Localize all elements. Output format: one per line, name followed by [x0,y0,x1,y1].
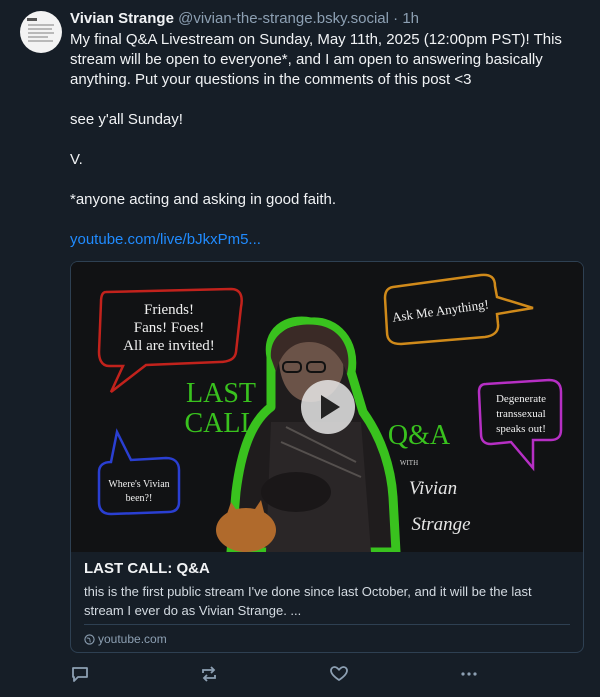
heart-icon [330,666,348,681]
play-icon [321,395,340,419]
post-text-paragraph-4: *anyone acting and asking in good faith. [70,191,337,208]
card-divider [84,624,570,625]
bubble-purple-line-3: speaks out! [496,423,546,435]
globe-icon [84,634,95,645]
post-text-paragraph-2: see y'all Sunday! [70,111,183,128]
thumb-last-text: LAST [186,378,256,409]
more-options-button[interactable] [459,664,481,686]
ellipsis-icon [461,672,477,676]
repost-button[interactable] [199,664,221,686]
repost-icon [202,666,216,682]
link-preview-card[interactable]: Friends! Fans! Foes! All are invited! As… [70,261,584,653]
display-name[interactable]: Vivian Strange [70,10,174,27]
timestamp[interactable]: 1h [402,10,419,27]
post-header: Vivian Strange @vivian-the-strange.bsky.… [70,9,590,29]
video-thumbnail[interactable]: Friends! Fans! Foes! All are invited! As… [71,262,583,552]
separator-dot: · [393,10,399,27]
thumb-qa-text: Q&A [388,420,451,451]
reply-icon [72,667,88,682]
post: Vivian Strange @vivian-the-strange.bsky.… [0,0,600,697]
avatar[interactable] [20,11,62,53]
card-description: this is the first public stream I've don… [84,584,532,618]
play-button[interactable] [301,380,355,434]
like-button[interactable] [329,664,351,686]
card-title[interactable]: LAST CALL: Q&A [84,559,210,579]
post-text-paragraph-3: V. [70,151,83,168]
thumb-with-text: WITH [400,459,418,467]
post-actions [70,664,590,688]
bubble-blue-line-2: been?! [126,493,153,504]
thumb-call-text: CALL [184,408,257,439]
post-text-paragraph-1: My final Q&A Livestream on Sunday, May 1… [70,31,562,88]
reply-button[interactable] [70,664,92,686]
thumb-signature-line-2: Strange [411,514,470,535]
bubble-purple-line-2: transsexual [496,408,545,420]
bubble-red-line-2: Fans! Foes! [134,320,204,336]
bubble-red-line-3: All are invited! [123,338,215,354]
bubble-blue-line-1: Where's Vivian [108,479,169,490]
bubble-red-line-1: Friends! [144,302,194,318]
thumb-signature-line-1: Vivian [409,478,457,499]
handle[interactable]: @vivian-the-strange.bsky.social [178,10,389,27]
card-domain: youtube.com [84,631,167,647]
post-body: My final Q&A Livestream on Sunday, May 1… [70,30,582,250]
bubble-purple-line-1: Degenerate [496,393,546,405]
card-domain-text: youtube.com [98,632,167,646]
post-link[interactable]: youtube.com/live/bJkxPm5... [70,231,261,248]
